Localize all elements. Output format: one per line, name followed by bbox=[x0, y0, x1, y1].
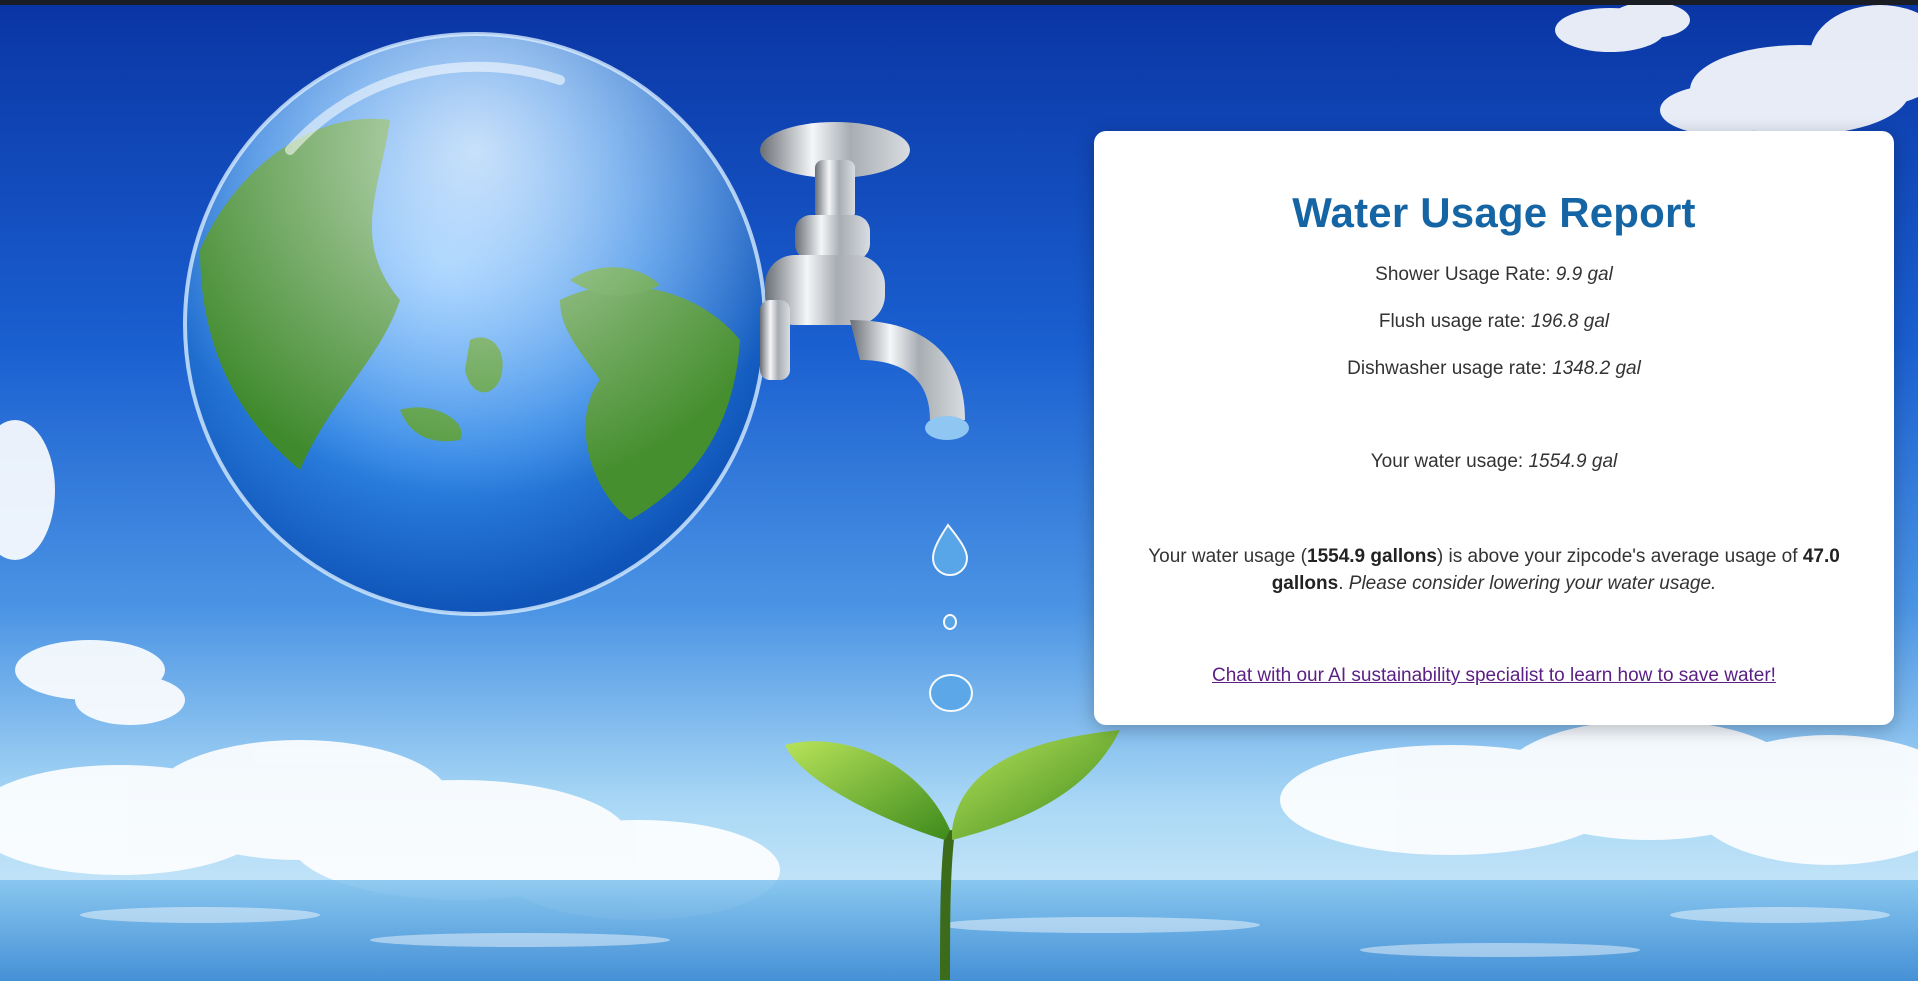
usage-comparison: Your water usage (1554.9 gallons) is abo… bbox=[1134, 543, 1854, 597]
shower-usage-row: Shower Usage Rate: 9.9 gal bbox=[1134, 263, 1854, 287]
flush-usage-row: Flush usage rate: 196.8 gal bbox=[1134, 310, 1854, 334]
comparison-period: . bbox=[1338, 573, 1349, 594]
flush-usage-value: 196.8 gal bbox=[1530, 311, 1610, 332]
globe-bubble bbox=[183, 32, 767, 616]
dishwasher-usage-label: Dishwasher usage rate: bbox=[1347, 358, 1553, 379]
water-surface bbox=[0, 880, 1918, 981]
window-top-edge bbox=[0, 0, 1918, 5]
total-usage-label: Your water usage: bbox=[1370, 451, 1529, 472]
dishwasher-usage-row: Dishwasher usage rate: 1348.2 gal bbox=[1134, 357, 1854, 381]
comparison-prefix: Your water usage ( bbox=[1148, 546, 1307, 567]
shower-usage-label: Shower Usage Rate: bbox=[1375, 264, 1556, 285]
total-usage-value: 1554.9 gal bbox=[1528, 451, 1618, 472]
flush-usage-label: Flush usage rate: bbox=[1378, 311, 1531, 332]
report-title: Water Usage Report bbox=[1292, 189, 1696, 236]
total-usage-row: Your water usage: 1554.9 gal bbox=[1134, 450, 1854, 474]
shower-usage-value: 9.9 gal bbox=[1555, 264, 1613, 285]
page: Water Usage Report Shower Usage Rate: 9.… bbox=[0, 0, 1918, 981]
comparison-advice: Please consider lowering your water usag… bbox=[1348, 573, 1717, 594]
chat-sustainability-specialist-link[interactable]: Chat with our AI sustainability speciali… bbox=[1212, 665, 1776, 686]
water-usage-report-card: Water Usage Report Shower Usage Rate: 9.… bbox=[1094, 131, 1894, 725]
comparison-usage: 1554.9 gallons bbox=[1307, 546, 1437, 567]
comparison-middle: ) is above your zipcode's average usage … bbox=[1436, 546, 1803, 567]
dishwasher-usage-value: 1348.2 gal bbox=[1552, 358, 1641, 379]
